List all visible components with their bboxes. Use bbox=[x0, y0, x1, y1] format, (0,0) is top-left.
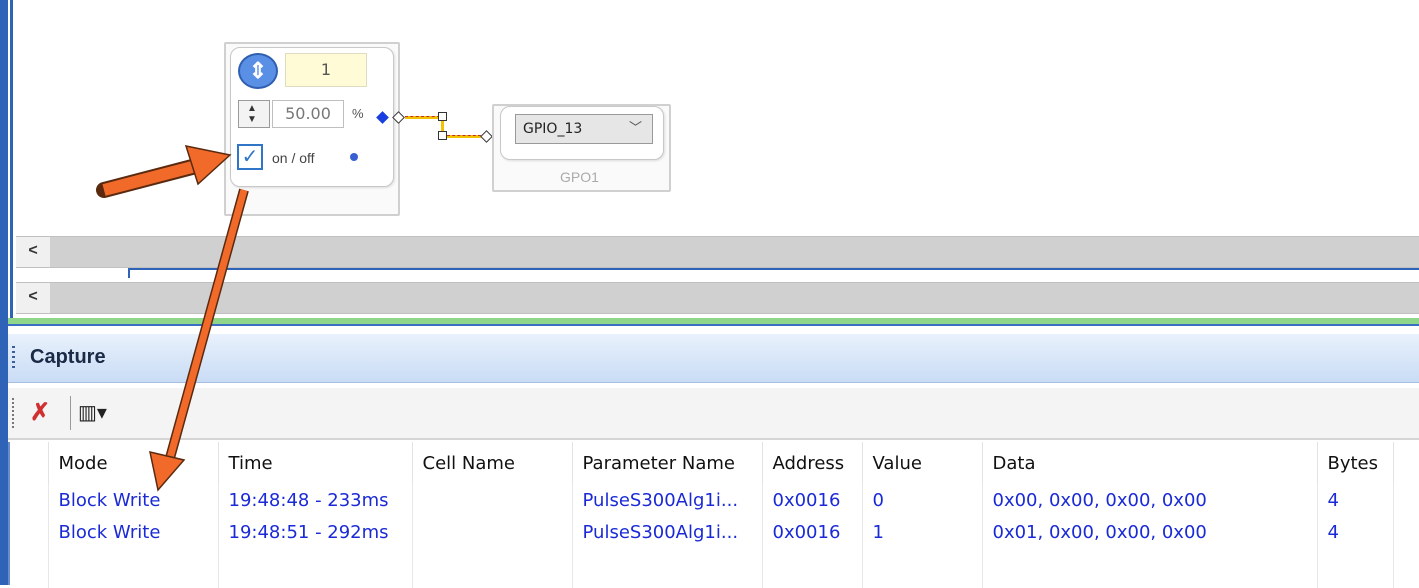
cell-time: 19:48:51 - 292ms bbox=[218, 516, 413, 548]
cell-address: 0x0016 bbox=[762, 484, 863, 516]
table-row[interactable]: Block Write 19:48:51 - 292ms PulseS300Al… bbox=[10, 516, 1394, 548]
row-selector[interactable] bbox=[10, 484, 49, 516]
gpio-select-value: GPIO_13 bbox=[523, 121, 583, 137]
cell-data: 0x00, 0x00, 0x00, 0x00 bbox=[982, 484, 1318, 516]
gpo-block-label: GPO1 bbox=[560, 169, 599, 185]
on-off-label: on / off bbox=[272, 150, 315, 166]
wire-segment[interactable] bbox=[441, 121, 444, 131]
scroll-left-button[interactable]: < bbox=[16, 237, 50, 267]
cell-parameter-name: PulseS300Alg1i... bbox=[572, 516, 763, 548]
cell-mode: Block Write bbox=[48, 516, 219, 548]
window-border bbox=[0, 0, 8, 585]
cell-bytes: 4 bbox=[1317, 484, 1394, 516]
column-header-value[interactable]: Value bbox=[862, 442, 983, 484]
table-row[interactable]: Block Write 19:48:48 - 233ms PulseS300Al… bbox=[10, 484, 1394, 516]
cell-data: 0x01, 0x00, 0x00, 0x00 bbox=[982, 516, 1318, 548]
toolbar-separator bbox=[70, 396, 71, 430]
grip-icon[interactable] bbox=[12, 346, 15, 370]
capture-title: Capture bbox=[30, 346, 106, 368]
spinner-down-icon[interactable]: ▼ bbox=[247, 115, 257, 125]
divider bbox=[8, 324, 1419, 326]
column-header-parameter-name[interactable]: Parameter Name bbox=[572, 442, 763, 484]
panel-horizontal-scrollbar[interactable]: < bbox=[16, 282, 1419, 314]
spinner-up-icon[interactable]: ▲ bbox=[247, 104, 257, 114]
row-selector[interactable] bbox=[10, 516, 49, 548]
cell-value: 0 bbox=[862, 484, 983, 516]
spinner-arrows-icon[interactable]: ▲ ▼ bbox=[238, 100, 270, 128]
cell-mode: Block Write bbox=[48, 484, 219, 516]
output-pin-dot bbox=[350, 153, 358, 161]
canvas-horizontal-scrollbar[interactable]: < bbox=[16, 236, 1419, 268]
panel-border bbox=[10, 0, 13, 318]
cell-bytes: 4 bbox=[1317, 516, 1394, 548]
column-header-bytes[interactable]: Bytes bbox=[1317, 442, 1394, 484]
capture-panel-header: Capture bbox=[8, 334, 1419, 383]
wire-segment[interactable] bbox=[405, 116, 440, 119]
column-header-data[interactable]: Data bbox=[982, 442, 1318, 484]
updown-toggle-icon[interactable]: ⇕ bbox=[238, 53, 278, 89]
column-header-time[interactable]: Time bbox=[218, 442, 413, 484]
counter-display: 1 bbox=[285, 53, 367, 87]
capture-toolbar: ✗ ▥▾ bbox=[8, 388, 1419, 440]
gpio-select[interactable]: GPIO_13 ﹀ bbox=[515, 114, 653, 144]
scroll-left-button-2[interactable]: < bbox=[16, 283, 50, 313]
wire-node[interactable] bbox=[438, 112, 447, 121]
wire-segment[interactable] bbox=[447, 135, 481, 138]
cell-address: 0x0016 bbox=[762, 516, 863, 548]
column-header-mode[interactable]: Mode bbox=[48, 442, 219, 484]
capture-table: Mode Time Cell Name Parameter Name Addre… bbox=[8, 442, 1419, 588]
columns-icon[interactable]: ▥▾ bbox=[78, 400, 118, 426]
chevron-down-icon[interactable]: ﹀ bbox=[629, 115, 642, 143]
table-header-row: Mode Time Cell Name Parameter Name Addre… bbox=[10, 442, 1394, 484]
wire-node[interactable] bbox=[438, 131, 447, 140]
column-header-address[interactable]: Address bbox=[762, 442, 863, 484]
on-off-checkbox[interactable]: ✓ bbox=[237, 144, 263, 170]
cell-cell-name bbox=[412, 484, 573, 516]
percent-unit-label: % bbox=[352, 106, 364, 121]
cell-cell-name bbox=[412, 516, 573, 548]
cell-value: 1 bbox=[862, 516, 983, 548]
toolbar-grip-icon[interactable] bbox=[12, 398, 14, 428]
clear-capture-icon[interactable]: ✗ bbox=[24, 398, 56, 428]
percent-input[interactable]: 50.00 bbox=[272, 100, 344, 128]
row-selector-header[interactable] bbox=[10, 442, 49, 484]
cell-parameter-name: PulseS300Alg1i... bbox=[572, 484, 763, 516]
cell-time: 19:48:48 - 233ms bbox=[218, 484, 413, 516]
column-header-cell-name[interactable]: Cell Name bbox=[412, 442, 573, 484]
panel-divider bbox=[128, 268, 1419, 278]
empty-row bbox=[10, 548, 1394, 588]
